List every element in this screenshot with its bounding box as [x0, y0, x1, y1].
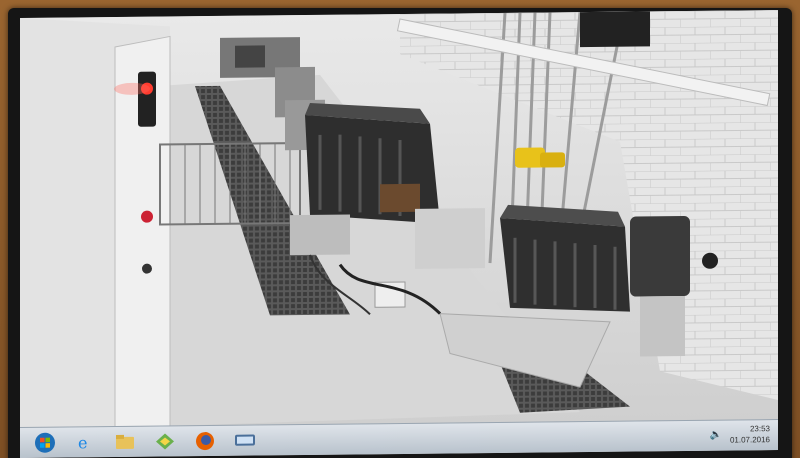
start-orb-icon[interactable]	[30, 432, 60, 454]
camera-feed	[20, 10, 778, 428]
photo-of-monitor: e 🔈 23:53 01.07.2016	[0, 0, 800, 458]
dipole-magnet-2	[500, 204, 630, 312]
alarm-beacon	[138, 71, 156, 127]
clock-time[interactable]: 23:53	[730, 423, 770, 434]
file-explorer-icon[interactable]	[110, 431, 140, 453]
stand	[290, 214, 350, 256]
clock-date[interactable]: 01.07.2016	[730, 434, 770, 445]
girder	[415, 208, 485, 269]
monitor-screen: e 🔈 23:53 01.07.2016	[20, 10, 778, 458]
network-app-icon[interactable]	[230, 429, 260, 451]
firefox-icon[interactable]	[190, 430, 220, 452]
system-tray: 🔈 23:53 01.07.2016	[710, 423, 770, 445]
internet-explorer-icon[interactable]: e	[70, 431, 100, 453]
dipole-magnet-1	[305, 102, 440, 224]
hoist-motor	[580, 11, 650, 48]
svg-text:e: e	[78, 433, 87, 451]
media-center-icon[interactable]	[150, 430, 180, 452]
speaker-icon[interactable]: 🔈	[710, 430, 722, 441]
